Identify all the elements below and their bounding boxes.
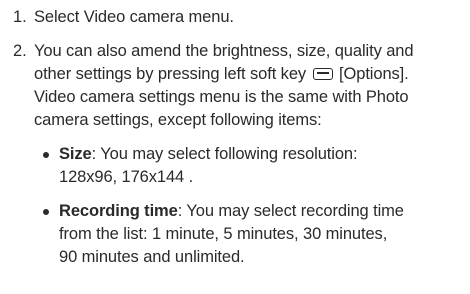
bullet-dot-icon [43, 152, 49, 158]
step-line: Select Video camera menu. [34, 8, 234, 26]
bullet-term: Size [59, 145, 92, 163]
left-soft-key-icon [312, 68, 333, 80]
bullet-term: Recording time [59, 202, 178, 220]
step-line: other settings by pressing left soft key… [34, 63, 464, 86]
bullet-line-part: : You may select following resolution: [91, 145, 358, 163]
step-line: Video camera settings menu is the same w… [34, 88, 409, 106]
step-line-part: [Options]. [334, 65, 409, 83]
bullet-line-part: : You may select recording time [177, 202, 404, 220]
step-text: You can also amend the brightness, size,… [34, 40, 464, 132]
step-number: 2. [13, 42, 27, 60]
bullet-text: Recording time: You may select recording… [59, 200, 464, 269]
step-line: You can also amend the brightness, size,… [34, 42, 414, 60]
step-number: 1. [13, 8, 27, 26]
step-line: camera settings, except following items: [34, 111, 322, 129]
bullet-line: 128x96, 176x144 . [59, 168, 194, 186]
step-text: Select Video camera menu. [34, 6, 464, 29]
bullet-text: Size: You may select following resolutio… [59, 143, 464, 189]
bullet-line: Recording time: You may select recording… [59, 200, 464, 223]
bullet-line: from the list: 1 minute, 5 minutes, 30 m… [59, 225, 388, 243]
bullet-line: 90 minutes and unlimited. [59, 248, 245, 266]
bullet-line: Size: You may select following resolutio… [59, 143, 464, 166]
bullet-dot-icon [43, 209, 49, 215]
step-line-part: other settings by pressing left soft key [34, 65, 311, 83]
